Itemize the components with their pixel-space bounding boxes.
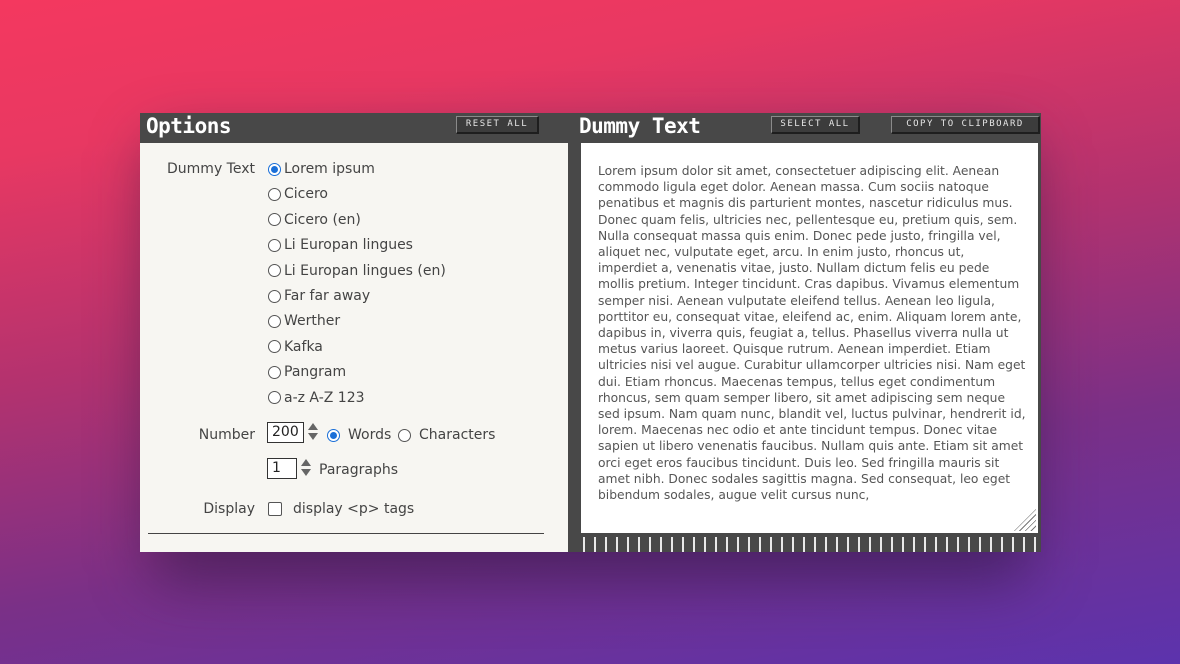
source-option[interactable]: Pangram	[268, 363, 346, 381]
options-header: Options RESET ALL	[140, 113, 568, 143]
display-ptags-label: display <p> tags	[293, 501, 415, 517]
source-option[interactable]: Cicero	[268, 185, 328, 203]
source-radio[interactable]	[268, 391, 281, 405]
source-label: Li Europan lingues (en)	[284, 262, 446, 279]
decrement-arrow-icon[interactable]	[308, 433, 318, 440]
number-label: Number	[198, 427, 255, 443]
increment-arrow-icon[interactable]	[308, 423, 318, 430]
dummy-text-title: Dummy Text	[579, 114, 701, 138]
unit-characters-radio[interactable]	[398, 428, 411, 442]
source-label: Cicero (en)	[284, 211, 361, 228]
number-spinner[interactable]	[308, 422, 318, 442]
source-option[interactable]: a-z A-Z 123	[268, 389, 365, 407]
unit-words-option[interactable]: Words	[327, 426, 391, 444]
source-radio[interactable]	[268, 162, 281, 176]
source-radio[interactable]	[268, 187, 281, 201]
source-radio[interactable]	[268, 289, 281, 303]
dummy-text-generator-window: Options RESET ALL Dummy Text Lorem ipsum…	[140, 113, 1041, 552]
source-radio[interactable]	[268, 213, 281, 227]
source-label: Pangram	[284, 364, 347, 381]
source-radio[interactable]	[268, 365, 281, 379]
unit-characters-option[interactable]: Characters	[398, 426, 495, 444]
source-label: Cicero	[284, 186, 328, 203]
source-label: a-z A-Z 123	[284, 389, 365, 406]
copy-to-clipboard-button[interactable]: COPY TO CLIPBOARD	[891, 116, 1040, 134]
source-option[interactable]: Lorem ipsum	[268, 160, 375, 178]
source-label: Far far away	[284, 288, 371, 304]
source-label: Li Europan lingues	[284, 237, 413, 254]
display-ptags-checkbox[interactable]	[268, 502, 282, 516]
options-panel: Dummy Text Lorem ipsum Cicero Cicero (en) L…	[140, 143, 568, 552]
select-all-button[interactable]: SELECT ALL	[771, 116, 860, 134]
source-radio[interactable]	[268, 314, 281, 328]
unit-words-radio[interactable]	[327, 428, 340, 442]
resize-handle-icon[interactable]	[1014, 509, 1036, 531]
number-input[interactable]: 200	[267, 422, 304, 443]
paragraphs-spinner[interactable]	[301, 458, 311, 478]
reset-all-button[interactable]: RESET ALL	[456, 116, 539, 134]
source-option[interactable]: Cicero (en)	[268, 211, 361, 229]
source-option[interactable]: Li Europan lingues (en)	[268, 262, 446, 280]
unit-words-label: Words	[348, 427, 392, 443]
source-label: Kafka	[284, 338, 323, 355]
source-radio[interactable]	[268, 264, 281, 278]
dummy-text-output[interactable]: Lorem ipsum dolor sit amet, consectetuer…	[581, 143, 1038, 533]
divider	[148, 533, 544, 534]
generated-text[interactable]: Lorem ipsum dolor sit amet, consectetuer…	[598, 163, 1026, 503]
display-label: Display	[203, 501, 255, 517]
source-radio[interactable]	[268, 340, 281, 354]
paragraphs-input[interactable]: 1	[267, 458, 297, 479]
ruler-strip	[581, 533, 1038, 552]
source-radio[interactable]	[268, 238, 281, 252]
decrement-arrow-icon[interactable]	[301, 469, 311, 476]
unit-characters-label: Characters	[419, 427, 496, 443]
source-label: Werther	[284, 313, 341, 330]
paragraphs-label: Paragraphs	[319, 462, 399, 478]
source-option[interactable]: Li Europan lingues	[268, 236, 413, 254]
options-title: Options	[146, 114, 232, 138]
source-option[interactable]: Kafka	[268, 338, 323, 356]
source-option[interactable]: Far far away	[268, 287, 370, 305]
source-option[interactable]: Werther	[268, 312, 340, 330]
dummy-text-label: Dummy Text	[167, 161, 255, 177]
increment-arrow-icon[interactable]	[301, 459, 311, 466]
source-label: Lorem ipsum	[284, 161, 375, 177]
